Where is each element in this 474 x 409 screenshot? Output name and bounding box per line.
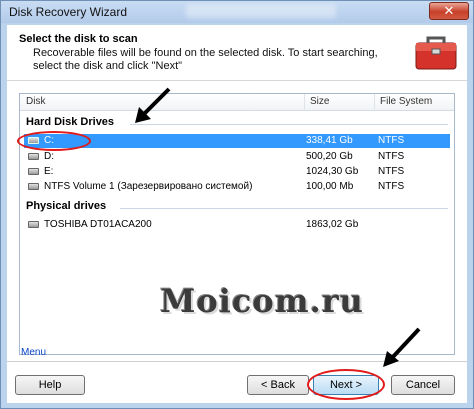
column-disk[interactable]: Disk [26, 96, 45, 107]
wizard-header: Select the disk to scan Recoverable file… [7, 25, 467, 81]
back-button[interactable]: < Back [247, 375, 309, 395]
group-hard-disk-drives: Hard Disk Drives [26, 116, 115, 128]
step-title: Select the disk to scan [19, 33, 138, 45]
disk-row-e[interactable]: E: 1024,30 Gb NTFS [24, 165, 450, 179]
hard-drive-icon [28, 168, 39, 175]
toolbox-icon [415, 36, 457, 70]
disk-row-d[interactable]: D: 500,20 Gb NTFS [24, 150, 450, 164]
watermark-logo: Moicom.ru [160, 282, 364, 320]
physical-drive-icon [28, 221, 39, 228]
disk-row-ntfs-volume[interactable]: NTFS Volume 1 (Зарезервировано системой)… [24, 180, 450, 194]
pointer-arrow-icon [383, 327, 421, 367]
hard-drive-icon [28, 153, 39, 160]
highlight-ellipse-drive [17, 131, 91, 151]
disk-list[interactable]: Disk Size File System Hard Disk Drives C… [19, 93, 455, 355]
column-file-system[interactable]: File System [380, 96, 432, 107]
disk-row-toshiba[interactable]: TOSHIBA DT01ACA200 1863,02 Gb [24, 218, 450, 232]
menu-link[interactable]: Menu [21, 347, 46, 358]
window-title: Disk Recovery Wizard [9, 5, 128, 19]
close-button[interactable]: ✕ [429, 2, 469, 20]
pointer-arrow-icon [135, 87, 171, 123]
help-button[interactable]: Help [15, 375, 85, 395]
column-size[interactable]: Size [310, 96, 329, 107]
group-physical-drives: Physical drives [26, 200, 107, 212]
wizard-client-area: Select the disk to scan Recoverable file… [7, 25, 467, 403]
disk-recovery-wizard-window: Disk Recovery Wizard ✕ Select the disk t… [0, 0, 474, 409]
title-bar[interactable]: Disk Recovery Wizard ✕ [1, 1, 473, 23]
highlight-ellipse-next [307, 369, 385, 400]
hard-drive-icon [28, 183, 39, 190]
step-description: Recoverable files will be found on the s… [33, 47, 378, 72]
blurred-title-area [186, 4, 336, 18]
list-header: Disk Size File System [20, 94, 454, 111]
cancel-button[interactable]: Cancel [391, 375, 455, 395]
